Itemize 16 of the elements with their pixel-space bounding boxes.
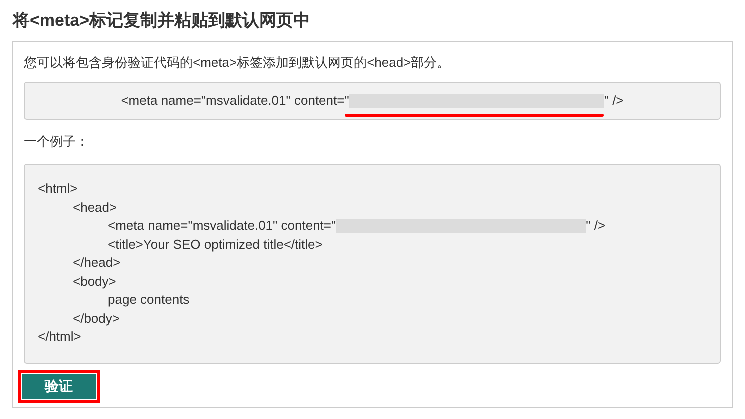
intro-text: 您可以将包含身份验证代码的<meta>标签添加到默认网页的<head>部分。	[24, 54, 452, 72]
code-line: <html>	[38, 180, 78, 198]
verify-button[interactable]: 验证	[21, 372, 97, 400]
code-text: " />	[586, 217, 606, 235]
code-line: <title>Your SEO optimized title</title>	[108, 236, 323, 254]
code-line: page contents	[108, 291, 190, 309]
code-line: </body>	[73, 310, 120, 328]
code-line: </head>	[73, 254, 121, 272]
code-text: <meta name="msvalidate.01" content="	[108, 217, 336, 235]
meta-tag-text: " />	[604, 92, 624, 110]
page-heading: 将<meta>标记复制并粘贴到默认网页中	[13, 10, 312, 32]
code-line: <body>	[73, 272, 116, 291]
example-label: 一个例子：	[24, 133, 90, 151]
code-line: </html>	[38, 328, 82, 346]
code-line: <head>	[73, 198, 118, 216]
meta-tag-text: <meta name="msvalidate.01" content="	[121, 92, 350, 110]
